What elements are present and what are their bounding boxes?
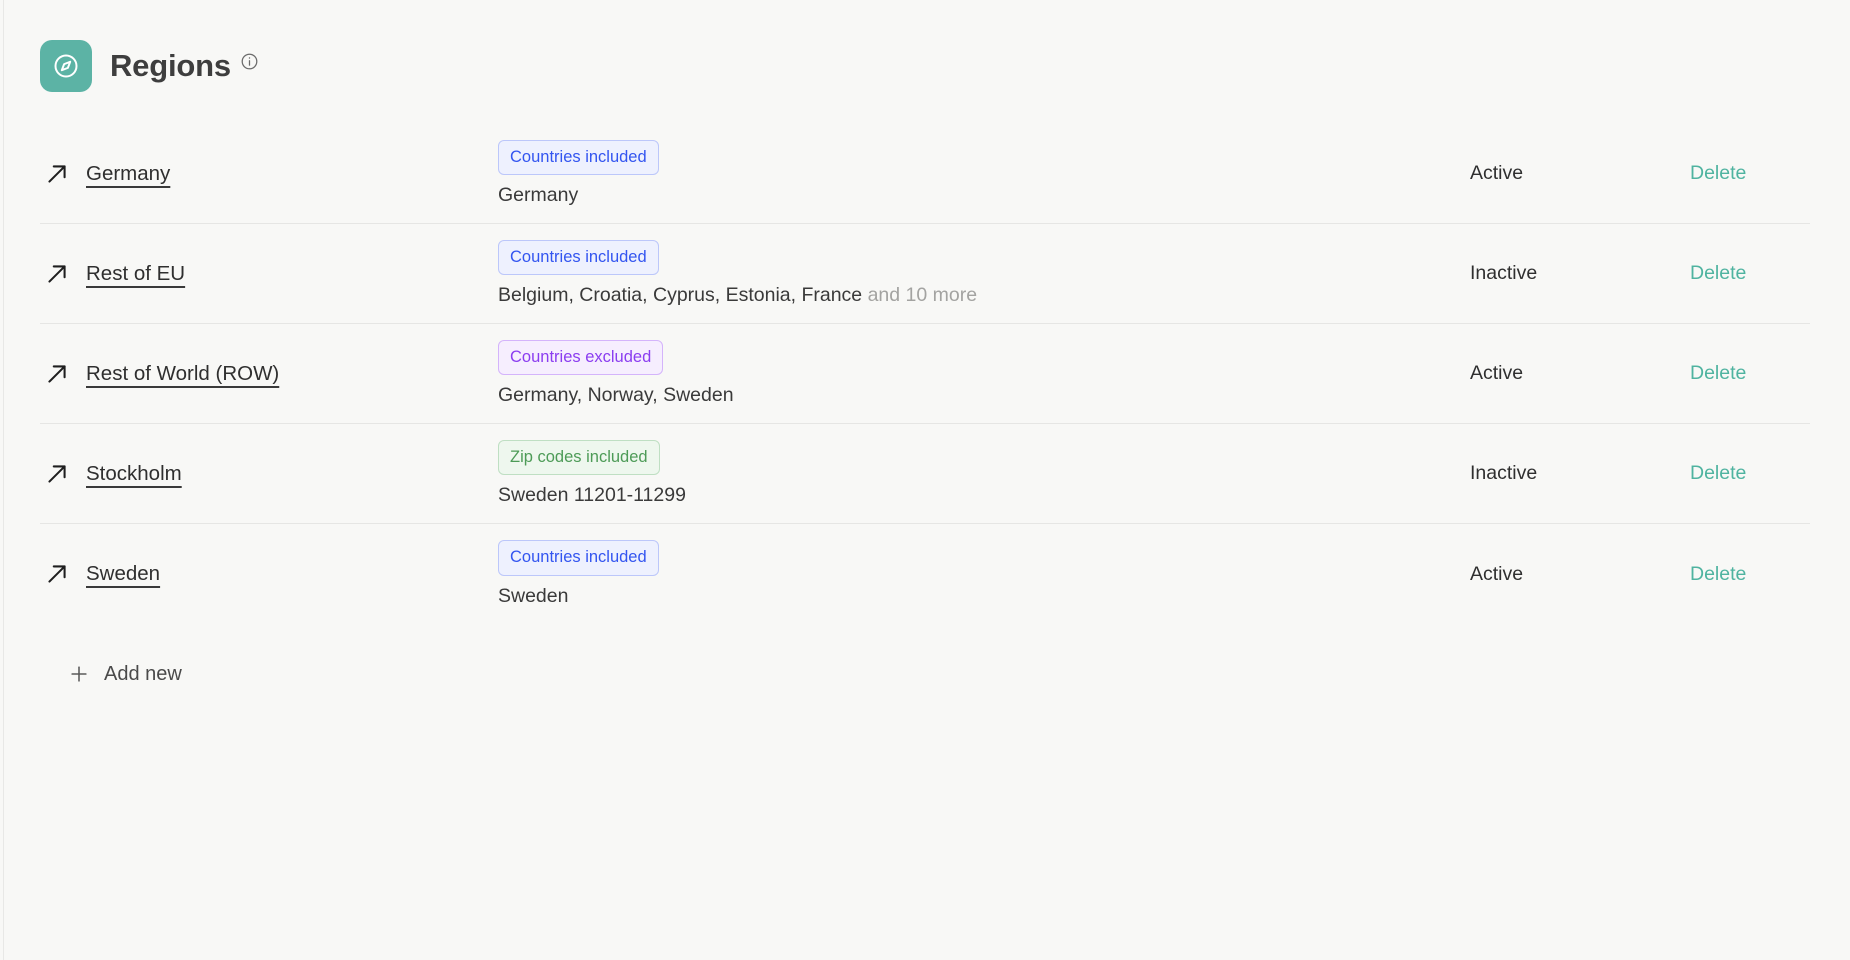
region-name-cell: Sweden	[40, 561, 490, 587]
region-detail-list: Germany, Norway, Sweden	[498, 384, 734, 407]
region-link[interactable]: Rest of EU	[86, 262, 185, 286]
region-action-cell: Delete	[1690, 462, 1810, 485]
region-status: Active	[1470, 162, 1524, 184]
table-row: Rest of World (ROW) Countries excluded G…	[40, 324, 1810, 424]
region-detail-text: Sweden	[498, 585, 568, 608]
add-new-button[interactable]: Add new	[28, 654, 222, 694]
region-detail-text: Belgium, Croatia, Cyprus, Estonia, Franc…	[498, 284, 977, 307]
region-detail-cell: Countries included Germany	[490, 139, 1470, 208]
region-action-cell: Delete	[1690, 563, 1810, 586]
region-detail-cell: Zip codes included Sweden 11201-11299	[490, 439, 1470, 508]
table-row: Sweden Countries included Sweden Active …	[40, 524, 1810, 624]
region-status: Inactive	[1470, 462, 1538, 484]
region-detail-text: Germany, Norway, Sweden	[498, 384, 734, 407]
status-badge: Zip codes included	[498, 439, 660, 476]
table-row: Rest of EU Countries included Belgium, C…	[40, 224, 1810, 324]
region-link[interactable]: Stockholm	[86, 462, 182, 486]
status-badge: Countries excluded	[498, 339, 664, 376]
compass-icon	[40, 40, 92, 92]
region-name-cell: Stockholm	[40, 461, 490, 487]
regions-page: Regions Germany Countries included Germa…	[0, 0, 1850, 960]
region-detail-cell: Countries excluded Germany, Norway, Swed…	[490, 339, 1470, 408]
table-row: Germany Countries included Germany Activ…	[40, 124, 1810, 224]
page-title: Regions	[110, 47, 231, 83]
arrow-up-right-icon[interactable]	[44, 561, 70, 587]
page-left-border	[3, 0, 4, 960]
region-detail-cell: Countries included Belgium, Croatia, Cyp…	[490, 239, 1470, 308]
region-action-cell: Delete	[1690, 162, 1810, 185]
region-detail-more: and 10 more	[867, 284, 978, 307]
region-detail-text: Sweden 11201-11299	[498, 484, 686, 507]
region-detail-list: Sweden	[498, 584, 569, 607]
arrow-up-right-icon[interactable]	[44, 461, 70, 487]
region-detail-list: Belgium, Croatia, Cyprus, Estonia, Franc…	[498, 284, 863, 307]
delete-button[interactable]: Delete	[1690, 462, 1746, 485]
region-status: Active	[1470, 562, 1524, 585]
delete-button[interactable]: Delete	[1690, 362, 1746, 385]
region-action-cell: Delete	[1690, 262, 1810, 285]
add-new-label: Add new	[104, 662, 182, 685]
region-detail-list: Germany	[498, 184, 579, 207]
arrow-up-right-icon[interactable]	[44, 261, 70, 287]
arrow-up-right-icon[interactable]	[44, 161, 70, 187]
regions-list: Germany Countries included Germany Activ…	[0, 124, 1850, 624]
region-status: Active	[1470, 362, 1524, 384]
plus-icon	[71, 666, 87, 682]
status-badge: Countries included	[498, 239, 659, 276]
region-name-cell: Rest of World (ROW)	[40, 361, 490, 387]
region-status: Inactive	[1470, 262, 1538, 284]
region-detail-cell: Countries included Sweden	[490, 540, 1470, 608]
region-link[interactable]: Rest of World (ROW)	[86, 362, 279, 386]
table-row: Stockholm Zip codes included Sweden 1120…	[40, 424, 1810, 524]
region-detail-list: Sweden 11201-11299	[498, 484, 686, 507]
region-link[interactable]: Germany	[86, 162, 170, 186]
page-header: Regions	[0, 0, 1850, 96]
delete-button[interactable]: Delete	[1690, 262, 1746, 285]
delete-button[interactable]: Delete	[1690, 162, 1746, 185]
region-link[interactable]: Sweden	[86, 562, 160, 586]
region-name-cell: Rest of EU	[40, 261, 490, 287]
region-detail-text: Germany	[498, 184, 578, 207]
arrow-up-right-icon[interactable]	[44, 361, 70, 387]
status-badge: Countries included	[498, 139, 659, 176]
region-action-cell: Delete	[1690, 362, 1810, 385]
delete-button[interactable]: Delete	[1690, 563, 1746, 586]
region-name-cell: Germany	[40, 161, 490, 187]
title-wrap: Regions	[110, 47, 259, 83]
info-circle-icon[interactable]	[240, 52, 259, 71]
status-badge: Countries included	[498, 540, 659, 576]
